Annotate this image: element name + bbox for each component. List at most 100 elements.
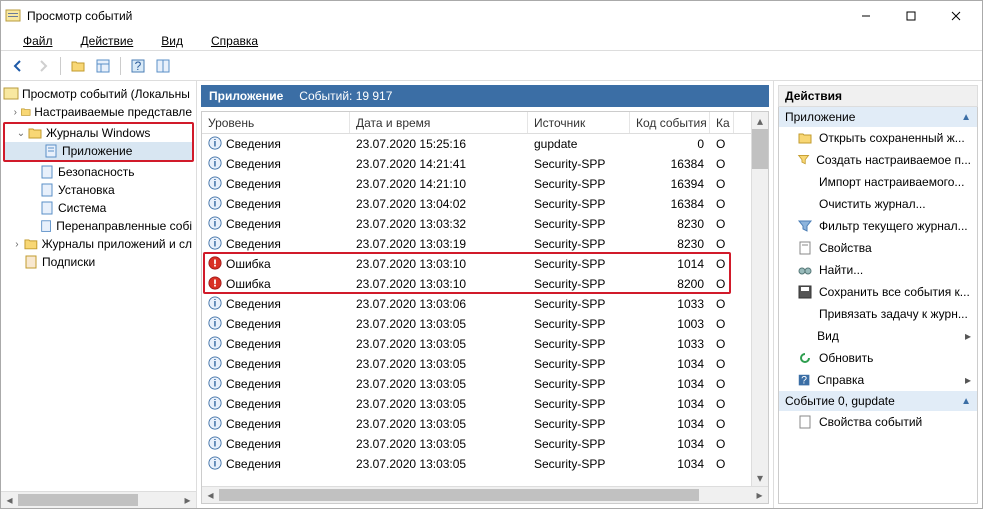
- svg-text:i: i: [214, 437, 217, 449]
- save-icon: [797, 284, 813, 300]
- refresh-icon: [797, 350, 813, 366]
- tree-scrollbar-h[interactable]: ◂▸: [1, 491, 196, 508]
- col-date[interactable]: Дата и время: [350, 112, 528, 133]
- filter-new-icon: [797, 152, 810, 168]
- table-row[interactable]: iСведения23.07.2020 14:21:10Security-SPP…: [202, 174, 751, 194]
- action-open-saved[interactable]: Открыть сохраненный ж...: [779, 127, 977, 149]
- action-find[interactable]: Найти...: [779, 259, 977, 281]
- col-category[interactable]: Кa: [710, 112, 734, 133]
- tree-windows-logs[interactable]: ⌄ Журналы Windows: [5, 124, 192, 142]
- col-source[interactable]: Источник: [528, 112, 630, 133]
- forward-button[interactable]: [32, 55, 54, 77]
- menu-file[interactable]: Файл: [11, 32, 65, 50]
- close-button[interactable]: [933, 2, 978, 30]
- svg-text:i: i: [214, 237, 217, 249]
- collapse-icon[interactable]: ▲: [961, 396, 971, 407]
- tree-custom-views[interactable]: › Настраиваемые представле: [1, 103, 196, 121]
- action-help[interactable]: ?Справка: [779, 369, 977, 391]
- svg-text:i: i: [214, 377, 217, 389]
- tree-label: Настраиваемые представле: [34, 105, 192, 119]
- folder-icon[interactable]: [67, 55, 89, 77]
- grid-header[interactable]: Уровень Дата и время Источник Код событи…: [202, 112, 751, 134]
- tree-subscriptions[interactable]: Подписки: [1, 253, 196, 271]
- collapse-icon[interactable]: ⌄: [15, 128, 27, 139]
- info-icon: i: [208, 416, 222, 433]
- expand-icon[interactable]: ›: [11, 107, 20, 118]
- table-row[interactable]: iСведения23.07.2020 13:03:05Security-SPP…: [202, 454, 751, 474]
- action-save-all[interactable]: Сохранить все события к...: [779, 281, 977, 303]
- info-icon: i: [208, 436, 222, 453]
- menu-action[interactable]: Действие: [69, 32, 146, 50]
- action-attach-task[interactable]: Привязать задачу к журн...: [779, 303, 977, 325]
- info-icon: i: [208, 176, 222, 193]
- table-row[interactable]: iСведения23.07.2020 13:03:05Security-SPP…: [202, 354, 751, 374]
- table-row[interactable]: iСведения23.07.2020 13:03:06Security-SPP…: [202, 294, 751, 314]
- toolbar: ?: [1, 51, 982, 81]
- menu-help[interactable]: Справка: [199, 32, 270, 50]
- action-filter[interactable]: Фильтр текущего журнал...: [779, 215, 977, 237]
- grid-body[interactable]: iСведения23.07.2020 15:25:16gupdate0ОiСв…: [202, 134, 751, 486]
- tree-forwarded[interactable]: Перенаправленные собі: [1, 217, 196, 235]
- table-row[interactable]: iСведения23.07.2020 13:03:05Security-SPP…: [202, 414, 751, 434]
- action-properties[interactable]: Свойства: [779, 237, 977, 259]
- tree-application[interactable]: Приложение: [5, 142, 192, 160]
- info-icon: i: [208, 376, 222, 393]
- svg-text:i: i: [214, 297, 217, 309]
- table-row[interactable]: iСведения23.07.2020 14:21:41Security-SPP…: [202, 154, 751, 174]
- svg-text:i: i: [214, 357, 217, 369]
- tree[interactable]: Просмотр событий (Локальны › Настраиваем…: [1, 81, 196, 491]
- action-import-view[interactable]: Импорт настраиваемого...: [779, 171, 977, 193]
- layout-icon[interactable]: [92, 55, 114, 77]
- table-row[interactable]: iСведения23.07.2020 13:03:05Security-SPP…: [202, 374, 751, 394]
- tree-system[interactable]: Система: [1, 199, 196, 217]
- grid-scrollbar-h[interactable]: ◂▸: [202, 486, 768, 503]
- svg-text:i: i: [214, 397, 217, 409]
- funnel-icon: [797, 218, 813, 234]
- tree-root[interactable]: Просмотр событий (Локальны: [1, 85, 196, 103]
- table-row[interactable]: iСведения23.07.2020 13:03:05Security-SPP…: [202, 394, 751, 414]
- info-icon: i: [208, 456, 222, 473]
- actions-group-event[interactable]: Событие 0, gupdate ▲: [779, 391, 977, 411]
- action-view-submenu[interactable]: Вид: [779, 325, 977, 347]
- svg-text:i: i: [214, 317, 217, 329]
- tree-label: Безопасность: [58, 165, 135, 179]
- actions-group-application[interactable]: Приложение ▲: [779, 107, 977, 127]
- action-refresh[interactable]: Обновить: [779, 347, 977, 369]
- events-title: Приложение: [209, 89, 283, 103]
- table-row[interactable]: iСведения23.07.2020 15:25:16gupdate0О: [202, 134, 751, 154]
- table-row[interactable]: iСведения23.07.2020 13:03:05Security-SPP…: [202, 314, 751, 334]
- tree-label: Система: [58, 201, 106, 215]
- action-create-view[interactable]: Создать настраиваемое п...: [779, 149, 977, 171]
- tree-security[interactable]: Безопасность: [1, 163, 196, 181]
- table-row[interactable]: iСведения23.07.2020 13:03:05Security-SPP…: [202, 334, 751, 354]
- folder-icon: [27, 125, 43, 141]
- menu-view[interactable]: Вид: [149, 32, 195, 50]
- task-icon: [797, 306, 813, 322]
- help-icon[interactable]: ?: [127, 55, 149, 77]
- tree-label: Установка: [58, 183, 115, 197]
- table-row[interactable]: Ошибка23.07.2020 13:03:10Security-SPP101…: [202, 254, 751, 274]
- action-clear-log[interactable]: Очистить журнал...: [779, 193, 977, 215]
- back-button[interactable]: [7, 55, 29, 77]
- table-row[interactable]: Ошибка23.07.2020 13:03:10Security-SPP820…: [202, 274, 751, 294]
- action-event-properties[interactable]: Свойства событий: [779, 411, 977, 433]
- table-row[interactable]: iСведения23.07.2020 13:03:05Security-SPP…: [202, 434, 751, 454]
- col-level[interactable]: Уровень: [202, 112, 350, 133]
- table-row[interactable]: iСведения23.07.2020 13:03:32Security-SPP…: [202, 214, 751, 234]
- tree-label: Приложение: [62, 144, 132, 158]
- expand-icon[interactable]: ›: [11, 239, 23, 250]
- col-event[interactable]: Код события: [630, 112, 710, 133]
- minimize-button[interactable]: [843, 2, 888, 30]
- tree-app-services-logs[interactable]: › Журналы приложений и сл: [1, 235, 196, 253]
- log-icon: [39, 200, 55, 216]
- actions-pane: Действия Приложение ▲ Открыть сохраненны…: [774, 81, 982, 508]
- eventviewer-icon: [3, 86, 19, 102]
- table-row[interactable]: iСведения23.07.2020 13:04:02Security-SPP…: [202, 194, 751, 214]
- maximize-button[interactable]: [888, 2, 933, 30]
- grid-scrollbar-v[interactable]: ▴▾: [751, 112, 768, 486]
- tree-setup[interactable]: Установка: [1, 181, 196, 199]
- tree-label: Журналы приложений и сл: [42, 237, 192, 251]
- collapse-icon[interactable]: ▲: [961, 112, 971, 123]
- table-row[interactable]: iСведения23.07.2020 13:03:19Security-SPP…: [202, 234, 751, 254]
- panels-icon[interactable]: [152, 55, 174, 77]
